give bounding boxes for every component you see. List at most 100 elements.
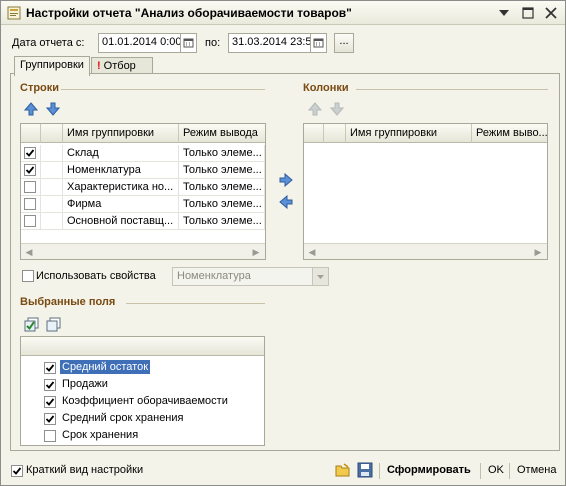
field-checkbox[interactable]	[44, 379, 56, 391]
rows-section-title: Строки	[20, 82, 60, 94]
field-label: Коэффициент оборачиваемости	[62, 395, 228, 407]
separator	[509, 463, 510, 479]
column-header[interactable]: Имя группировки	[63, 124, 179, 143]
date-from-label: Дата отчета с:	[12, 37, 85, 49]
window-title: Настройки отчета "Анализ оборачиваемости…	[26, 6, 352, 20]
generate-button[interactable]: Сформировать	[387, 464, 471, 476]
properties-select[interactable]: Номенклатура	[172, 267, 329, 286]
scroll-right-icon[interactable]: ▶	[533, 247, 543, 257]
open-folder-icon[interactable]	[335, 462, 351, 478]
field-label: Средний остаток	[60, 360, 151, 374]
table-row[interactable]: Номенклатура Только элеме...	[21, 162, 265, 179]
move-down-icon[interactable]	[45, 102, 61, 116]
brief-view-label: Краткий вид настройки	[26, 464, 144, 476]
tab-groupings[interactable]: Группировки	[14, 56, 90, 76]
column-header[interactable]: Имя группировки	[346, 124, 472, 143]
period-select-button[interactable]: ...	[334, 33, 354, 53]
move-right-icon[interactable]	[279, 172, 293, 188]
output-mode: Только элеме...	[179, 179, 265, 196]
field-label: Средний срок хранения	[62, 412, 184, 424]
tab-label: Отбор	[103, 60, 136, 72]
output-mode: Только элеме...	[179, 162, 265, 179]
move-up-icon[interactable]	[307, 102, 323, 116]
separator	[379, 463, 380, 479]
date-to-input[interactable]: 31.03.2014 23:5	[228, 33, 311, 53]
grouping-name: Фирма	[63, 196, 179, 213]
column-header[interactable]: Режим вывода	[179, 124, 265, 143]
scroll-right-icon[interactable]: ▶	[251, 247, 261, 257]
selected-fields-list[interactable]: Средний остаток Продажи Коэффициент обор…	[20, 336, 265, 446]
output-mode: Только элеме...	[179, 213, 265, 230]
table-header: Имя группировки Режим вывода	[21, 124, 265, 143]
uncheck-all-icon[interactable]	[46, 317, 62, 333]
field-checkbox[interactable]	[44, 430, 56, 442]
report-icon	[7, 6, 21, 20]
grouping-name: Характеристика но...	[63, 179, 179, 196]
table-row[interactable]: Склад Только элеме...	[21, 145, 265, 162]
use-properties-checkbox[interactable]	[22, 270, 34, 282]
ok-button[interactable]: OK	[488, 464, 504, 476]
cancel-button[interactable]: Отмена	[517, 464, 556, 476]
calendar-icon[interactable]	[311, 33, 327, 53]
scroll-left-icon[interactable]: ◀	[24, 247, 34, 257]
groupings-panel: Строки Имя группировки Режим вывода Скла…	[10, 73, 560, 451]
scroll-left-icon[interactable]: ◀	[307, 247, 317, 257]
field-checkbox[interactable]	[44, 413, 56, 425]
grouping-name: Склад	[63, 145, 179, 162]
check-all-icon[interactable]	[24, 317, 40, 333]
row-checkbox[interactable]	[24, 147, 36, 159]
maximize-icon[interactable]	[520, 5, 536, 21]
table-row[interactable]: Характеристика но... Только элеме...	[21, 179, 265, 196]
columns-table[interactable]: Имя группировки Режим выво... ◀ ▶	[303, 123, 548, 260]
selected-fields-title: Выбранные поля	[20, 296, 116, 308]
row-checkbox[interactable]	[24, 181, 36, 193]
tab-label: Группировки	[20, 59, 84, 71]
list-item[interactable]: Средний остаток	[44, 360, 244, 377]
move-left-icon[interactable]	[279, 194, 293, 210]
field-label: Срок хранения	[62, 429, 139, 441]
icon-header	[324, 124, 346, 143]
horizontal-scrollbar[interactable]: ◀ ▶	[21, 243, 265, 259]
list-item[interactable]: Продажи	[44, 377, 244, 394]
list-item[interactable]: Средний срок хранения	[44, 411, 244, 428]
dialog-footer: Краткий вид настройки Сформировать OK От…	[1, 457, 565, 485]
row-checkbox[interactable]	[24, 164, 36, 176]
use-properties-label: Использовать свойства	[36, 270, 156, 282]
column-header[interactable]: Режим выво...	[472, 124, 547, 143]
move-up-icon[interactable]	[23, 102, 39, 116]
columns-section-title: Колонки	[303, 82, 349, 94]
table-row[interactable]: Основной поставщ... Только элеме...	[21, 213, 265, 230]
field-checkbox[interactable]	[44, 396, 56, 408]
warning-icon: !	[97, 60, 101, 72]
separator	[480, 463, 481, 479]
report-settings-window: Настройки отчета "Анализ оборачиваемости…	[0, 0, 566, 486]
move-down-icon[interactable]	[329, 102, 345, 116]
section-divider	[61, 89, 265, 90]
date-from-input[interactable]: 01.01.2014 0:00	[98, 33, 181, 53]
save-icon[interactable]	[357, 462, 373, 478]
field-label: Продажи	[62, 378, 108, 390]
horizontal-scrollbar[interactable]: ◀ ▶	[304, 243, 547, 259]
title-bar[interactable]: Настройки отчета "Анализ оборачиваемости…	[1, 1, 565, 25]
list-item[interactable]: Срок хранения	[44, 428, 244, 445]
close-icon[interactable]	[543, 5, 559, 21]
table-row[interactable]: Фирма Только элеме...	[21, 196, 265, 213]
chevron-down-icon[interactable]	[312, 268, 328, 285]
date-to-label: по:	[205, 37, 221, 49]
row-checkbox[interactable]	[24, 198, 36, 210]
calendar-icon[interactable]	[181, 33, 197, 53]
menu-icon[interactable]	[496, 5, 512, 21]
section-divider	[356, 89, 548, 90]
output-mode: Только элеме...	[179, 145, 265, 162]
checkbox-header	[21, 124, 41, 143]
row-checkbox[interactable]	[24, 215, 36, 227]
rows-table[interactable]: Имя группировки Режим вывода Склад Тольк…	[20, 123, 266, 260]
properties-select-value: Номенклатура	[177, 270, 251, 282]
output-mode: Только элеме...	[179, 196, 265, 213]
field-checkbox[interactable]	[44, 362, 56, 374]
table-header: Имя группировки Режим выво...	[304, 124, 547, 143]
icon-header	[41, 124, 63, 143]
list-item[interactable]: Коэффициент оборачиваемости	[44, 394, 254, 411]
brief-view-checkbox[interactable]	[11, 465, 23, 477]
section-divider	[126, 303, 265, 304]
